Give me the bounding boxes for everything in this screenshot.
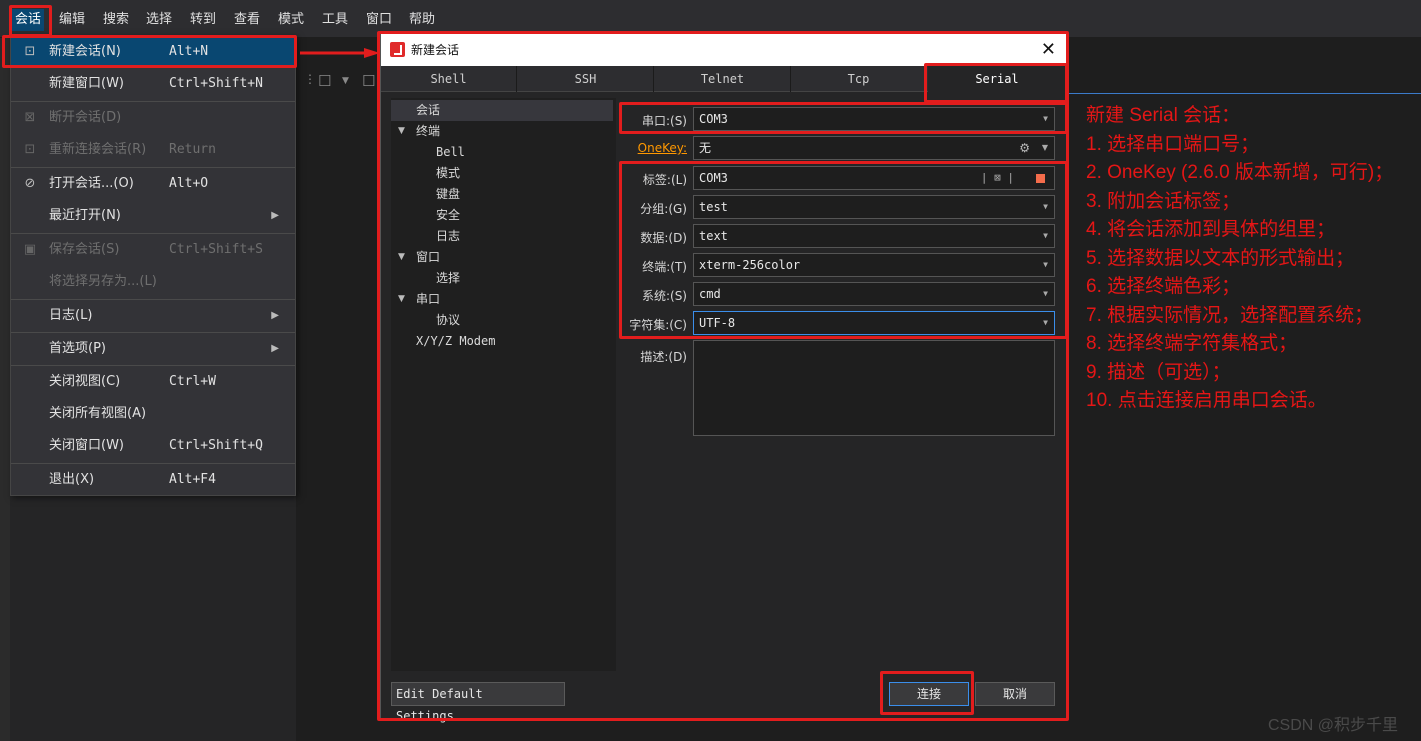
- annotation-box-port: [619, 102, 1068, 134]
- tab-bar: [1066, 66, 1421, 94]
- menu-item-label: 关闭视图(C): [49, 374, 121, 389]
- menu-item-label: 重新连接会话(R): [49, 142, 147, 157]
- note-line: 6. 选择终端色彩；: [1086, 276, 1241, 297]
- menu-item-label: 最近打开(N): [49, 208, 121, 223]
- new-session-icon[interactable]: ☐: [318, 72, 331, 90]
- session-menu: ⊡ 新建会话(N) Alt+N 新建窗口(W) Ctrl+Shift+N ⊠ 断…: [10, 35, 296, 496]
- annotation-box-serial-tab: [924, 63, 1068, 103]
- menu-item-shortcut: Ctrl+Shift+Q: [169, 438, 263, 453]
- menu-item-save-session: ▣ 保存会话(S) Ctrl+Shift+S: [11, 234, 295, 266]
- annotation-box-dialog: [377, 31, 1069, 721]
- menu-item-label: 新建窗口(W): [49, 76, 124, 91]
- menubar-search[interactable]: 搜索: [100, 9, 132, 31]
- note-line: 3. 附加会话标签；: [1086, 190, 1241, 212]
- menu-item-shortcut: Ctrl+W: [169, 374, 216, 389]
- menubar-select[interactable]: 选择: [143, 9, 175, 31]
- chevron-right-icon: ▶: [271, 343, 279, 354]
- menubar-goto[interactable]: 转到: [187, 9, 219, 31]
- menu-item-shortcut: Ctrl+Shift+S: [169, 242, 263, 257]
- menu-item-reconnect: ⊡ 重新连接会话(R) Return: [11, 134, 295, 166]
- menu-item-new-window[interactable]: 新建窗口(W) Ctrl+Shift+N: [11, 68, 295, 100]
- menu-item-recent[interactable]: 最近打开(N) ▶: [11, 200, 295, 232]
- note-line: 8. 选择终端字符集格式；: [1086, 333, 1298, 354]
- menu-item-log[interactable]: 日志(L) ▶: [11, 300, 295, 332]
- annotation-arrow-icon: [300, 48, 380, 58]
- menubar-mode[interactable]: 模式: [275, 9, 307, 31]
- grip-icon: ⋮: [304, 72, 316, 86]
- menu-item-close-all-views[interactable]: 关闭所有视图(A): [11, 398, 295, 430]
- menu-item-label: 首选项(P): [49, 341, 106, 356]
- annotation-box-settings: [619, 161, 1068, 339]
- note-line: 9. 描述（可选）；: [1086, 361, 1231, 383]
- menu-item-label: 将选择另存为...(L): [49, 274, 157, 289]
- menu-item-shortcut: Ctrl+Shift+N: [169, 76, 263, 91]
- menu-item-label: 打开会话...(O): [49, 176, 134, 191]
- menu-item-shortcut: Alt+F4: [169, 472, 216, 487]
- note-line: 2. OneKey (2.6.0 版本新增，可行)；: [1086, 162, 1394, 183]
- menu-item-save-selection: 将选择另存为...(L): [11, 266, 295, 298]
- annotation-notes: 新建 Serial 会话： 1. 选择串口端口号； 2. OneKey (2.6…: [1086, 102, 1421, 416]
- note-line: 10. 点击连接启用串口会话。: [1086, 390, 1327, 411]
- menubar-window[interactable]: 窗口: [363, 9, 395, 31]
- menubar-tools[interactable]: 工具: [319, 9, 351, 31]
- menu-item-shortcut: Return: [169, 142, 216, 157]
- disconnect-icon: ⊠: [24, 110, 36, 125]
- annotation-box-connect: [880, 671, 974, 715]
- menu-item-label: 退出(X): [49, 472, 95, 487]
- new-tab-icon[interactable]: ☐: [362, 72, 375, 90]
- chevron-right-icon: ▶: [271, 310, 279, 321]
- menu-item-label: 关闭所有视图(A): [49, 406, 147, 421]
- menu-item-label: 保存会话(S): [49, 242, 120, 257]
- menubar-view[interactable]: 查看: [231, 9, 263, 31]
- menu-item-exit[interactable]: 退出(X) Alt+F4: [11, 464, 295, 496]
- note-line: 新建 Serial 会话：: [1086, 105, 1241, 126]
- menu-item-close-view[interactable]: 关闭视图(C) Ctrl+W: [11, 366, 295, 398]
- left-gutter: [0, 38, 10, 741]
- chevron-down-icon[interactable]: ▼: [342, 76, 349, 86]
- menubar-edit[interactable]: 编辑: [56, 9, 88, 31]
- menubar-help[interactable]: 帮助: [406, 9, 438, 31]
- annotation-box-session-menu: [9, 5, 52, 37]
- note-line: 5. 选择数据以文本的形式输出；: [1086, 247, 1355, 269]
- chevron-right-icon: ▶: [271, 210, 279, 221]
- menu-item-disconnect: ⊠ 断开会话(D): [11, 102, 295, 134]
- annotation-box-new-session: [2, 35, 297, 68]
- note-line: 7. 根据实际情况，选择配置系统；: [1086, 304, 1374, 326]
- reconnect-icon: ⊡: [24, 142, 36, 157]
- menu-item-preferences[interactable]: 首选项(P) ▶: [11, 333, 295, 365]
- menu-item-label: 日志(L): [49, 308, 93, 323]
- menu-item-label: 关闭窗口(W): [49, 438, 124, 453]
- menu-item-close-window[interactable]: 关闭窗口(W) Ctrl+Shift+Q: [11, 430, 295, 462]
- save-icon: ▣: [23, 242, 37, 257]
- watermark: CSDN @积步千里: [1268, 717, 1399, 734]
- menu-item-open-session[interactable]: ⊘ 打开会话...(O) Alt+O: [11, 168, 295, 200]
- menu-item-shortcut: Alt+O: [169, 176, 209, 191]
- toolbar: ⋮ ☐ ▼ ☐: [296, 66, 386, 96]
- open-session-icon: ⊘: [24, 176, 36, 191]
- note-line: 1. 选择串口端口号；: [1086, 133, 1260, 155]
- menu-item-label: 断开会话(D): [49, 110, 122, 125]
- note-line: 4. 将会话添加到具体的组里；: [1086, 219, 1336, 240]
